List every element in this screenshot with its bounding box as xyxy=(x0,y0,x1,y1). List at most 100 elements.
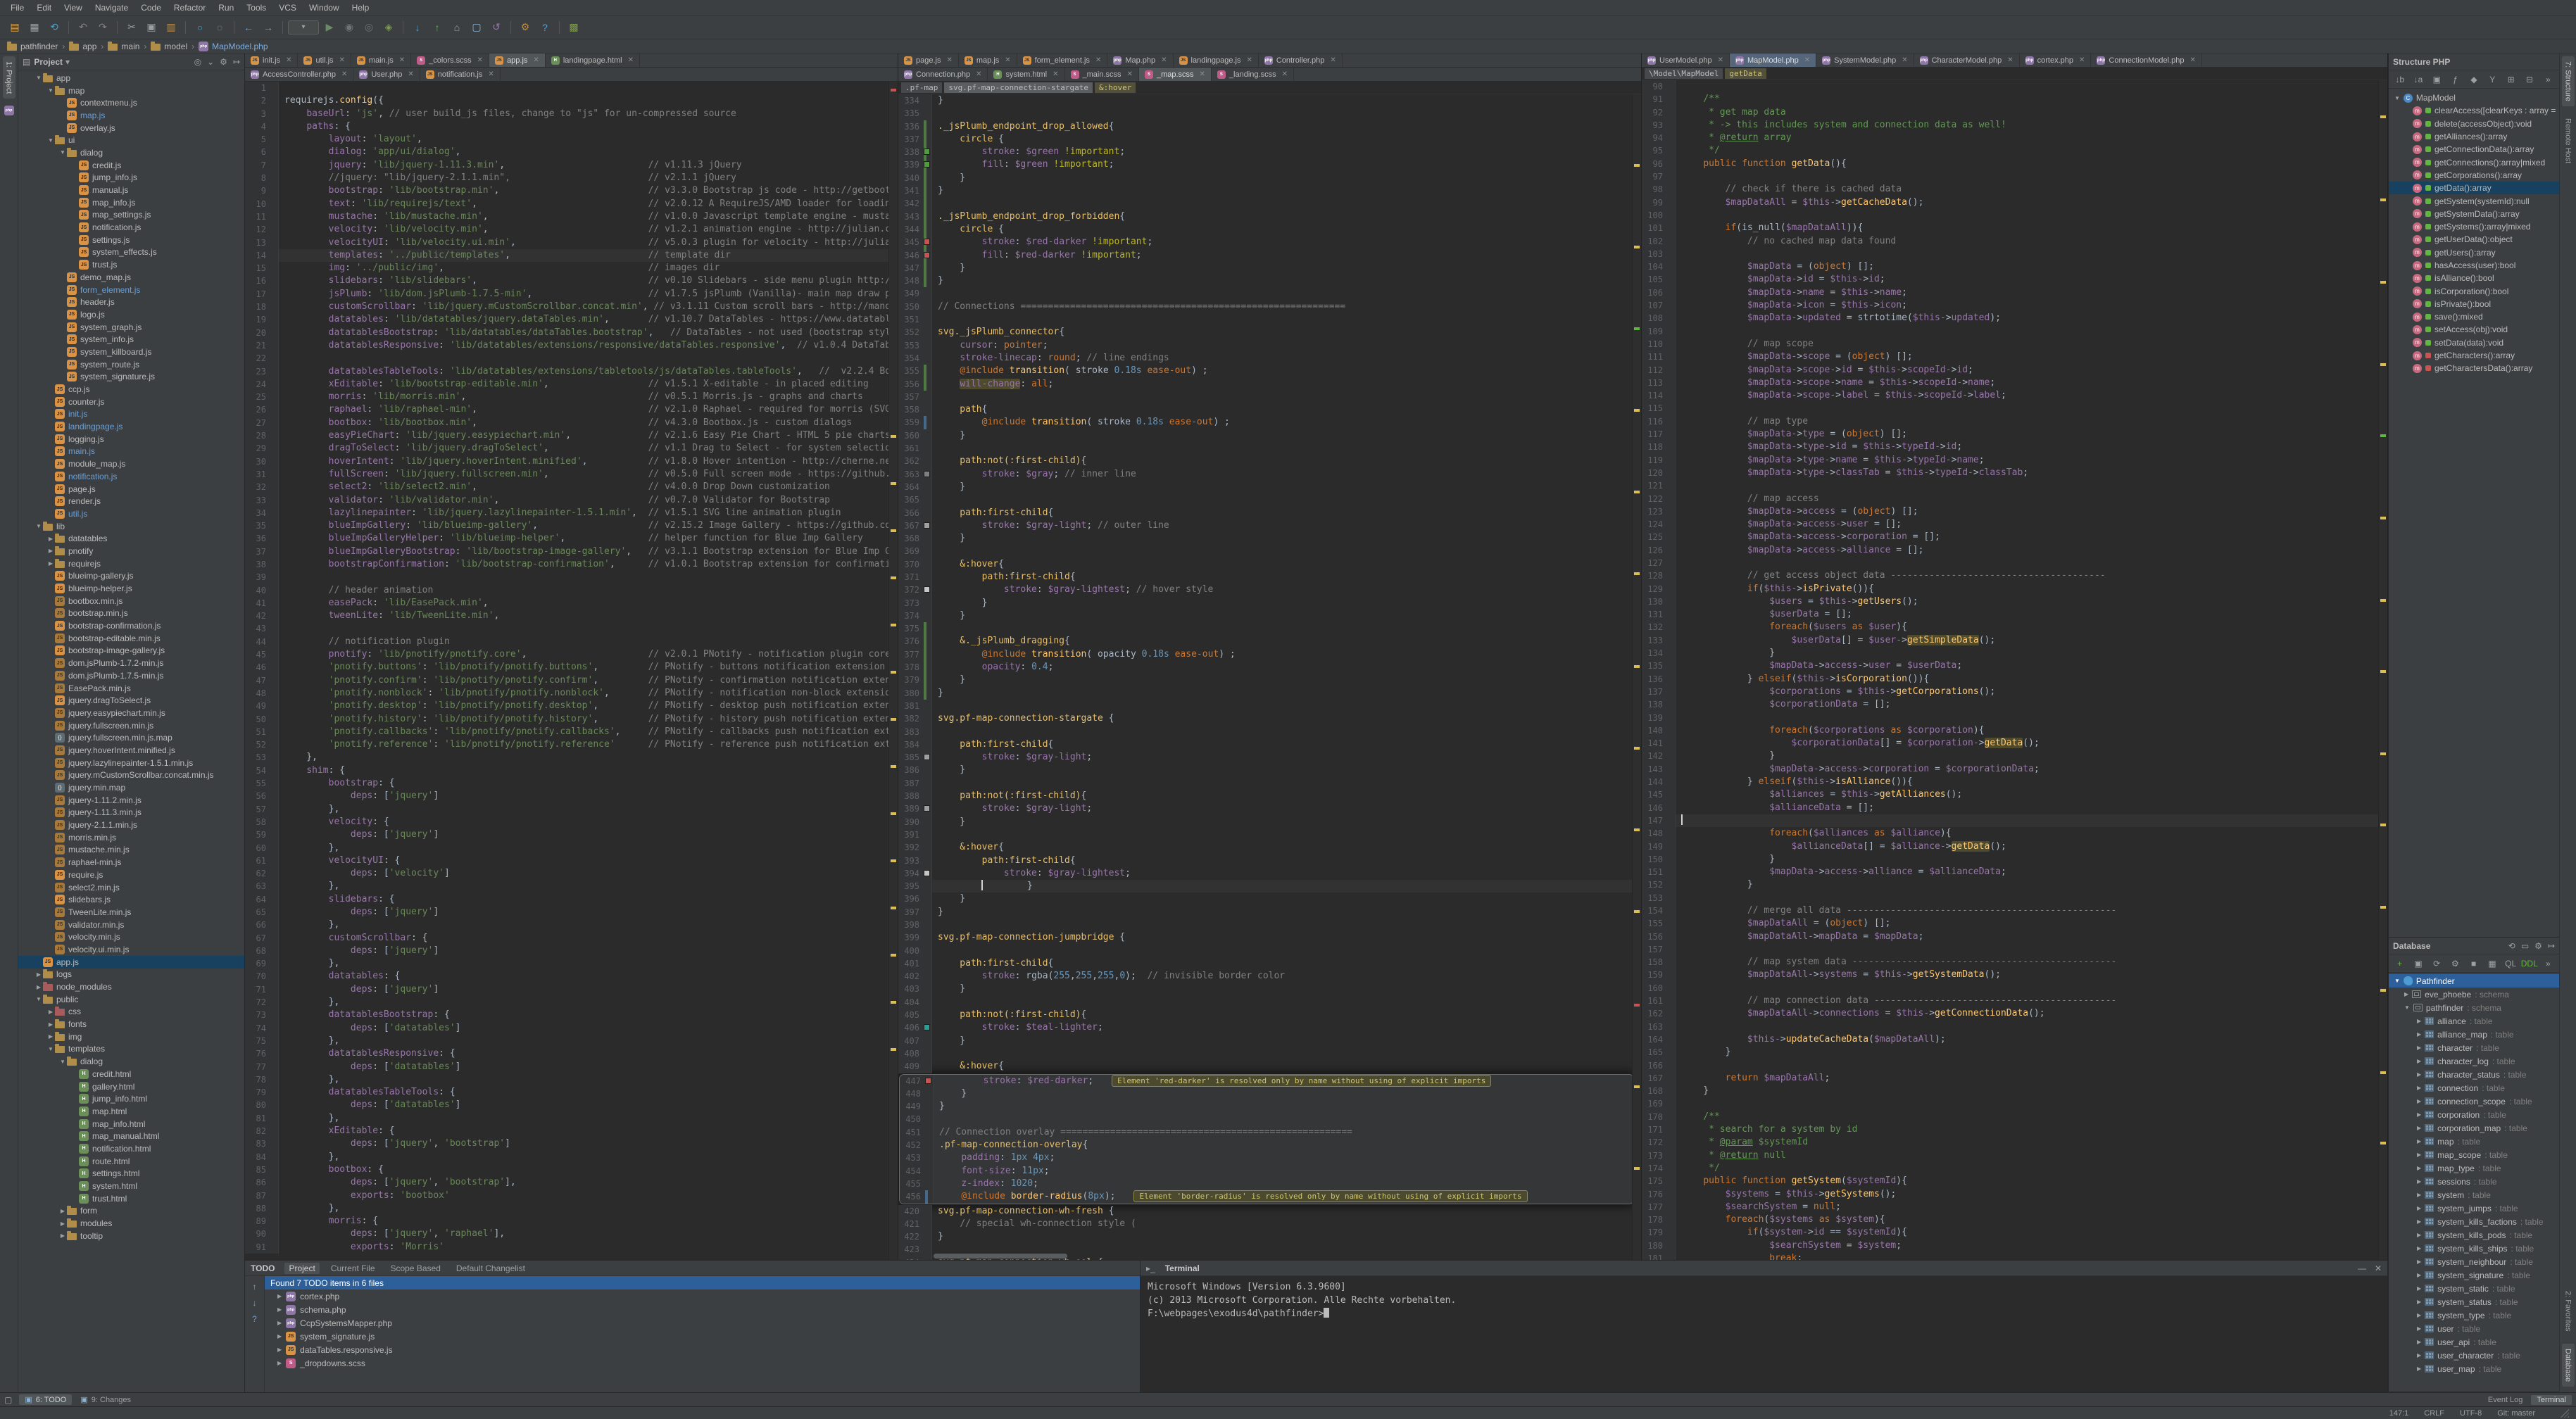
debug-icon[interactable]: ◉ xyxy=(340,19,358,36)
project-tree-item[interactable]: Htrust.html xyxy=(18,1192,244,1205)
tab-close-icon[interactable]: ✕ xyxy=(286,56,291,64)
tree-chevron-icon[interactable]: ▼ xyxy=(46,137,55,144)
project-tree-item[interactable]: JSnotification.js xyxy=(18,221,244,234)
database-table[interactable]: ▶map: table xyxy=(2389,1135,2559,1148)
editor-tab[interactable]: phpMapModel.php✕ xyxy=(1730,53,1816,67)
menu-tools[interactable]: Tools xyxy=(240,1,272,14)
tab-close-icon[interactable]: ✕ xyxy=(1902,56,1907,64)
database-root[interactable]: ▼Pathfinder xyxy=(2389,974,2559,988)
tab-close-icon[interactable]: ✕ xyxy=(408,70,413,78)
database-table[interactable]: ▶system_kills_pods: table xyxy=(2389,1228,2559,1242)
database-table[interactable]: ▶map_type: table xyxy=(2389,1161,2559,1175)
stripe-tab-project[interactable]: 1: Project xyxy=(3,56,15,99)
settings-icon[interactable]: ⚙ xyxy=(2534,941,2542,951)
project-tree-item[interactable]: JSjump_info.js xyxy=(18,172,244,184)
toolwindow-toggle-icon[interactable]: ▢ xyxy=(4,1395,12,1405)
stripe-tab-7-structure[interactable]: 7: Structure xyxy=(2562,56,2575,106)
project-tree-item[interactable]: JSsystem_graph.js xyxy=(18,321,244,334)
code-area[interactable]: 9091 /**92 * get map data93 * -> this in… xyxy=(1642,80,2387,1260)
editor-tab[interactable]: JSmap.js✕ xyxy=(959,53,1017,67)
structure-item[interactable]: mclearAccess([clearKeys : array = xyxy=(2389,104,2559,117)
menu-vcs[interactable]: VCS xyxy=(272,1,303,14)
breadcrumb-item[interactable]: app xyxy=(69,42,96,51)
structure-item[interactable]: misCorporation():bool xyxy=(2389,284,2559,297)
project-tree-item[interactable]: JSmodule_map.js xyxy=(18,458,244,470)
project-tree-item[interactable]: JSccp.js xyxy=(18,383,244,396)
editor-tab[interactable]: phpMap.php✕ xyxy=(1107,53,1173,67)
database-table[interactable]: ▶character_log: table xyxy=(2389,1054,2559,1068)
project-tree-item[interactable]: JSapp.js xyxy=(18,956,244,969)
project-tree-item[interactable]: JSform_element.js xyxy=(18,284,244,296)
minimize-icon[interactable]: — xyxy=(2358,1263,2366,1273)
tree-chevron-icon[interactable]: ▼ xyxy=(34,996,43,1002)
tree-chevron-icon[interactable]: ▶ xyxy=(2417,1058,2421,1064)
stop-icon[interactable]: ■ xyxy=(2467,957,2480,970)
stripe-tab-2-favorites[interactable]: 2: Favorites xyxy=(2562,1286,2575,1336)
project-tree-item[interactable]: ▼public xyxy=(18,993,244,1006)
project-tree-item[interactable]: JSlandingpage.js xyxy=(18,420,244,433)
error-stripe[interactable] xyxy=(1632,94,1641,1260)
project-tree-item[interactable]: JSblueimp-helper.js xyxy=(18,582,244,595)
menu-refactor[interactable]: Refactor xyxy=(168,1,212,14)
project-tree-item[interactable]: JSinit.js xyxy=(18,408,244,421)
todo-file-row[interactable]: ▶phpcortex.php xyxy=(265,1289,1140,1303)
sort-alpha-icon[interactable]: ↓a xyxy=(2411,73,2425,86)
context-chip[interactable]: svg.pf-map-connection-stargate xyxy=(944,82,1093,93)
todo-file-row[interactable]: ▶phpCcpSystemsMapper.php xyxy=(265,1316,1140,1330)
menu-window[interactable]: Window xyxy=(303,1,346,14)
tab-close-icon[interactable]: ✕ xyxy=(1330,56,1336,64)
tree-chevron-icon[interactable]: ▶ xyxy=(2417,1045,2421,1051)
project-tree-item[interactable]: Hmap_manual.html xyxy=(18,1130,244,1142)
project-tree-item[interactable]: Hmap_info.html xyxy=(18,1118,244,1130)
status-item-crlf[interactable]: CRLF xyxy=(2424,1409,2444,1418)
help-icon[interactable]: ? xyxy=(252,1314,257,1324)
project-tree-item[interactable]: ▶modules xyxy=(18,1217,244,1230)
tab-close-icon[interactable]: ✕ xyxy=(341,70,347,78)
stripe-tab-database[interactable]: Database xyxy=(2562,1344,2575,1387)
toolwindow-button-6-todo[interactable]: ▣6: TODO xyxy=(19,1394,72,1405)
tree-chevron-icon[interactable]: ▶ xyxy=(277,1306,282,1313)
structure-item[interactable]: mgetSystem(systemId):null xyxy=(2389,194,2559,207)
database-table[interactable]: ▶connection: table xyxy=(2389,1081,2559,1095)
settings-icon[interactable]: ⚙ xyxy=(220,57,227,67)
structure-item[interactable]: mdelete(accessObject):void xyxy=(2389,118,2559,130)
database-schema[interactable]: ▼pathfinder: schema xyxy=(2389,1001,2559,1014)
project-tree-item[interactable]: JSnotification.js xyxy=(18,470,244,483)
project-tree-item[interactable]: Hsystem.html xyxy=(18,1180,244,1192)
upload-icon[interactable]: ⌂ xyxy=(448,19,466,36)
ddl-icon[interactable]: DDL xyxy=(2522,957,2537,970)
chevron-down-icon[interactable]: ▾ xyxy=(65,57,70,67)
project-tree-item[interactable]: JSEasePack.min.js xyxy=(18,682,244,695)
tree-chevron-icon[interactable]: ▶ xyxy=(277,1293,282,1299)
previous-todo-icon[interactable]: ↑ xyxy=(253,1282,257,1292)
project-tree-item[interactable]: ▶fonts xyxy=(18,1018,244,1030)
project-tree-item[interactable]: JSsystem_info.js xyxy=(18,333,244,346)
project-tree-item[interactable]: JSmain.js xyxy=(18,446,244,458)
database-table[interactable]: ▶system: table xyxy=(2389,1188,2559,1202)
editor-tab[interactable]: JSutil.js✕ xyxy=(298,53,351,67)
sync-icon[interactable]: ⟲ xyxy=(2508,941,2515,951)
tree-chevron-icon[interactable]: ▶ xyxy=(2417,1085,2421,1091)
structure-item[interactable]: mgetData():array xyxy=(2389,182,2559,194)
project-tree-item[interactable]: JStrust.js xyxy=(18,258,244,271)
project-tree-item[interactable]: JSmanual.js xyxy=(18,184,244,196)
tree-chevron-icon[interactable]: ▼ xyxy=(58,1059,67,1065)
tab-close-icon[interactable]: ✕ xyxy=(1161,56,1167,64)
run-config-select[interactable]: ▾ xyxy=(288,20,319,34)
autoscroll-icon[interactable]: ▣ xyxy=(2430,73,2444,86)
undo-icon[interactable]: ↶ xyxy=(74,19,92,36)
tab-close-icon[interactable]: ✕ xyxy=(533,56,539,64)
editor-tab[interactable]: JSform_element.js✕ xyxy=(1017,53,1108,67)
refresh-icon[interactable]: ⟳ xyxy=(2430,957,2444,970)
project-tree-item[interactable]: ▶css xyxy=(18,1006,244,1018)
project-tree-item[interactable]: JSblueimp-gallery.js xyxy=(18,570,244,583)
todo-tab[interactable]: Scope Based xyxy=(387,1263,445,1274)
hide-icon[interactable]: ↦ xyxy=(233,57,240,67)
find-usages-icon[interactable]: ◌ xyxy=(211,19,229,36)
breadcrumb-item[interactable]: main xyxy=(108,42,139,51)
context-chip[interactable]: getData xyxy=(1725,68,1766,79)
project-tree-item[interactable]: Hjump_info.html xyxy=(18,1092,244,1105)
project-tree-item[interactable]: Hcredit.html xyxy=(18,1068,244,1080)
todo-tab[interactable]: Default Changelist xyxy=(452,1263,529,1274)
project-tree-item[interactable]: JSoverlay.js xyxy=(18,122,244,134)
